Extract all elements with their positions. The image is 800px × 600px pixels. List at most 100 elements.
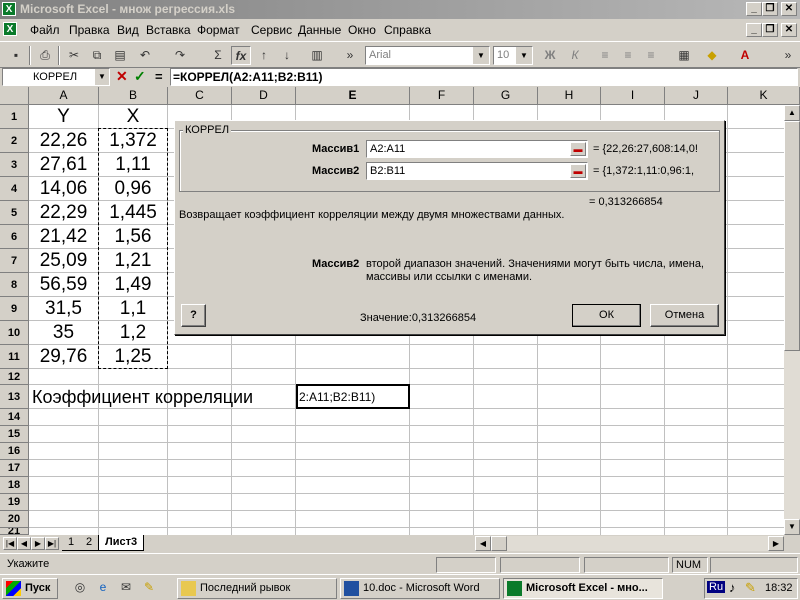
menu-edit[interactable]: Правка <box>69 23 110 37</box>
enter-formula-icon[interactable]: ✓ <box>134 68 146 85</box>
cell-A13[interactable]: Коэффициент корреляции <box>32 385 253 409</box>
menu-format[interactable]: Формат <box>197 23 240 37</box>
name-box[interactable]: КОРРЕЛ ▼ <box>2 68 110 86</box>
column-header[interactable]: E <box>296 87 410 105</box>
undo-icon[interactable]: ↶ <box>135 46 155 65</box>
row-header[interactable]: 14 <box>0 409 29 426</box>
chart-wizard-icon[interactable]: ▥ <box>307 46 327 65</box>
sort-descending-icon[interactable]: ↓ <box>277 46 297 65</box>
menu-help[interactable]: Справка <box>384 23 431 37</box>
doc-close-button[interactable]: ✕ <box>781 23 797 37</box>
scroll-down-icon[interactable]: ▼ <box>784 519 800 535</box>
borders-icon[interactable]: ▦ <box>674 46 694 65</box>
row-header[interactable]: 5 <box>0 201 29 225</box>
autosum-icon[interactable]: Σ <box>208 46 228 65</box>
row-header[interactable]: 15 <box>0 426 29 443</box>
row-header[interactable]: 16 <box>0 443 29 460</box>
print-icon[interactable]: ⎙ <box>35 46 55 65</box>
function-wizard-icon[interactable]: fx <box>231 46 251 65</box>
row-header[interactable]: 20 <box>0 511 29 528</box>
column-header[interactable]: B <box>99 87 168 105</box>
column-header[interactable]: G <box>474 87 538 105</box>
arg1-input[interactable]: A2:A11 ▬ <box>366 140 588 158</box>
close-button[interactable]: ✕ <box>781 2 797 16</box>
align-center-icon[interactable]: ≡ <box>618 46 638 65</box>
cancel-button[interactable]: Отмена <box>650 304 719 327</box>
row-header[interactable]: 19 <box>0 494 29 511</box>
next-sheet-icon[interactable]: ▶ <box>31 537 45 550</box>
column-header[interactable]: H <box>538 87 601 105</box>
minimize-button[interactable]: _ <box>746 2 762 16</box>
restore-button[interactable]: ❐ <box>762 2 778 16</box>
vertical-scrollbar[interactable]: ▲ ▼ <box>784 105 800 535</box>
scroll-up-icon[interactable]: ▲ <box>784 105 800 121</box>
column-header[interactable]: F <box>410 87 474 105</box>
copy-icon[interactable]: ⧉ <box>87 46 107 65</box>
chevron-down-icon[interactable]: ▼ <box>95 69 109 85</box>
cell-A10[interactable]: 35 <box>29 321 98 345</box>
language-indicator[interactable]: Ru <box>707 581 726 593</box>
cell-A6[interactable]: 21,42 <box>29 225 98 249</box>
cell-A5[interactable]: 22,29 <box>29 201 98 225</box>
doc-minimize-button[interactable]: _ <box>746 23 762 37</box>
prev-sheet-icon[interactable]: ◀ <box>17 537 31 550</box>
ok-button[interactable]: ОК <box>572 304 641 327</box>
row-header[interactable]: 7 <box>0 249 29 273</box>
menu-data[interactable]: Данные <box>298 23 341 37</box>
sheet-tab[interactable]: 1 <box>62 535 81 551</box>
row-header[interactable]: 8 <box>0 273 29 297</box>
column-header[interactable]: I <box>601 87 665 105</box>
sheet-tab-active[interactable]: Лист3 <box>98 535 145 551</box>
row-header[interactable]: 12 <box>0 369 29 385</box>
doc-restore-button[interactable]: ❐ <box>762 23 778 37</box>
row-header[interactable]: 11 <box>0 345 29 369</box>
row-header[interactable]: 13 <box>0 385 29 409</box>
cell-A1[interactable]: Y <box>29 105 98 129</box>
font-color-icon[interactable]: A <box>735 46 755 65</box>
cell-A2[interactable]: 22,26 <box>29 129 98 153</box>
row-header[interactable]: 9 <box>0 297 29 321</box>
sheet-tab[interactable]: 2 <box>80 535 99 551</box>
font-size-combo[interactable]: 10 ▼ <box>493 46 533 65</box>
menu-insert[interactable]: Вставка <box>146 23 191 37</box>
outlook-express-icon[interactable]: ✉ <box>116 578 136 597</box>
cancel-formula-icon[interactable]: ✕ <box>116 68 128 85</box>
horizontal-scrollbar[interactable] <box>507 536 768 551</box>
redo-icon[interactable]: ↷ <box>170 46 190 65</box>
column-header[interactable]: D <box>232 87 296 105</box>
last-sheet-icon[interactable]: ▶| <box>45 537 59 550</box>
save-icon[interactable]: ▪ <box>6 46 26 65</box>
task-excel-active[interactable]: Microsoft Excel - мно... <box>503 578 663 599</box>
task-folder[interactable]: Последний рывок <box>177 578 337 599</box>
show-desktop-icon[interactable]: ◎ <box>70 578 90 597</box>
paste-icon[interactable]: ▤ <box>110 46 130 65</box>
internet-explorer-icon[interactable]: e <box>93 578 113 597</box>
equals-button[interactable]: = <box>155 69 163 84</box>
start-button[interactable]: Пуск <box>2 578 58 599</box>
chevron-down-icon[interactable]: ▼ <box>516 47 532 64</box>
chevron-down-icon[interactable]: ▼ <box>473 47 489 64</box>
row-header[interactable]: 18 <box>0 477 29 494</box>
row-header[interactable]: 2 <box>0 129 29 153</box>
menu-tools[interactable]: Сервис <box>251 23 292 37</box>
bold-icon[interactable]: Ж <box>540 46 560 65</box>
select-all-corner[interactable] <box>0 87 29 105</box>
menu-file[interactable]: Файл <box>30 23 60 37</box>
collapse-dialog-icon[interactable]: ▬ <box>570 164 586 178</box>
cell-A8[interactable]: 56,59 <box>29 273 98 297</box>
row-header[interactable]: 6 <box>0 225 29 249</box>
row-header[interactable]: 3 <box>0 153 29 177</box>
first-sheet-icon[interactable]: |◀ <box>3 537 17 550</box>
speaker-icon[interactable]: ♪ <box>729 580 736 595</box>
align-right-icon[interactable]: ≡ <box>641 46 661 65</box>
cell-A3[interactable]: 27,61 <box>29 153 98 177</box>
sort-ascending-icon[interactable]: ↑ <box>254 46 274 65</box>
row-header[interactable]: 10 <box>0 321 29 345</box>
cell-A7[interactable]: 25,09 <box>29 249 98 273</box>
tray-app-icon[interactable]: ✎ <box>745 580 756 596</box>
cell-E13-editing[interactable]: 2:A11;B2:B11) <box>296 384 410 409</box>
scroll-thumb[interactable] <box>784 121 800 351</box>
help-button[interactable]: ? <box>181 304 206 327</box>
fill-color-icon[interactable]: ◆ <box>702 46 722 65</box>
row-header[interactable]: 4 <box>0 177 29 201</box>
